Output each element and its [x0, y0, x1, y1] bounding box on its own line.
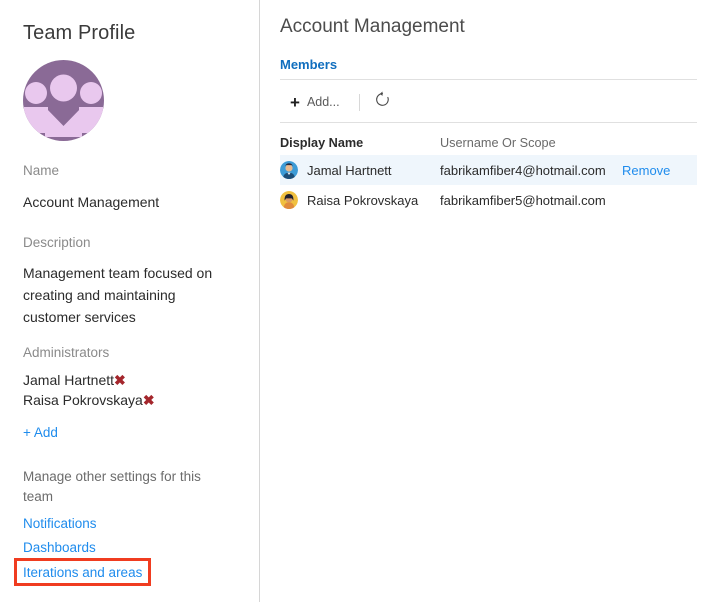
remove-member-link[interactable]: Remove [622, 163, 697, 178]
tab-members[interactable]: Members [280, 57, 337, 72]
name-value: Account Management [23, 194, 160, 210]
cell-username: fabrikamfiber5@hotmail.com [440, 192, 606, 208]
plus-icon: + [23, 425, 31, 440]
display-name-text: Jamal Hartnett [307, 162, 392, 178]
manage-settings-note: Manage other settings for this team [23, 469, 201, 504]
page-title: Team Profile [23, 22, 136, 44]
account-management-content: Account Management Members + Add... Disp… [260, 0, 701, 602]
toolbar-bottom-divider [280, 122, 697, 123]
administrator-name: Jamal Hartnett [23, 372, 115, 388]
add-administrator-link[interactable]: + Add [23, 425, 58, 440]
plus-icon: + [290, 92, 300, 112]
administrators-label: Administrators [23, 345, 110, 360]
column-header-display-name: Display Name [280, 135, 364, 150]
user-avatar-yellow-icon [280, 191, 298, 209]
toolbar-separator [358, 93, 360, 111]
description-value: Management team focused on creating and … [23, 265, 213, 325]
display-name-text: Raisa Pokrovskaya [307, 192, 419, 208]
team-group-avatar-icon [23, 60, 104, 141]
description-label: Description [23, 235, 91, 250]
cell-username: fabrikamfiber4@hotmail.com [440, 162, 606, 178]
members-toolbar: + Add... [280, 86, 397, 118]
administrator-name: Raisa Pokrovskaya [23, 392, 143, 408]
user-avatar-blue-icon [280, 161, 298, 179]
table-row[interactable]: Raisa Pokrovskaya fabrikamfiber5@hotmail… [280, 185, 697, 215]
add-member-label: Add... [306, 95, 340, 109]
content-title: Account Management [280, 16, 465, 37]
refresh-icon [374, 91, 391, 113]
x-remove-icon[interactable]: ✖ [143, 393, 155, 407]
cell-display-name: Raisa Pokrovskaya [280, 191, 440, 209]
toolbar-top-divider [280, 79, 697, 80]
members-table: Display Name Username Or Scope Jamal Har… [280, 130, 697, 215]
add-administrator-label: Add [33, 425, 58, 440]
table-row[interactable]: Jamal Hartnett fabrikamfiber4@hotmail.co… [280, 155, 697, 185]
refresh-button[interactable] [369, 90, 397, 114]
column-header-username-or-scope: Username Or Scope [440, 135, 556, 150]
table-header-row: Display Name Username Or Scope [280, 130, 697, 155]
cell-display-name: Jamal Hartnett [280, 161, 440, 179]
add-member-button[interactable]: + Add... [280, 90, 350, 115]
team-profile-page: Team Profile Name Account Management Des… [0, 0, 701, 602]
sidebar-link-dashboards[interactable]: Dashboards [23, 540, 96, 555]
sidebar-link-iterations-and-areas[interactable]: Iterations and areas [23, 565, 142, 580]
sidebar-link-notifications[interactable]: Notifications [23, 516, 97, 531]
administrator-row: Raisa Pokrovskaya ✖ [23, 392, 155, 408]
administrator-row: Jamal Hartnett ✖ [23, 372, 126, 388]
team-profile-sidebar: Team Profile Name Account Management Des… [0, 0, 260, 602]
x-remove-icon[interactable]: ✖ [114, 373, 126, 387]
name-label: Name [23, 163, 60, 178]
